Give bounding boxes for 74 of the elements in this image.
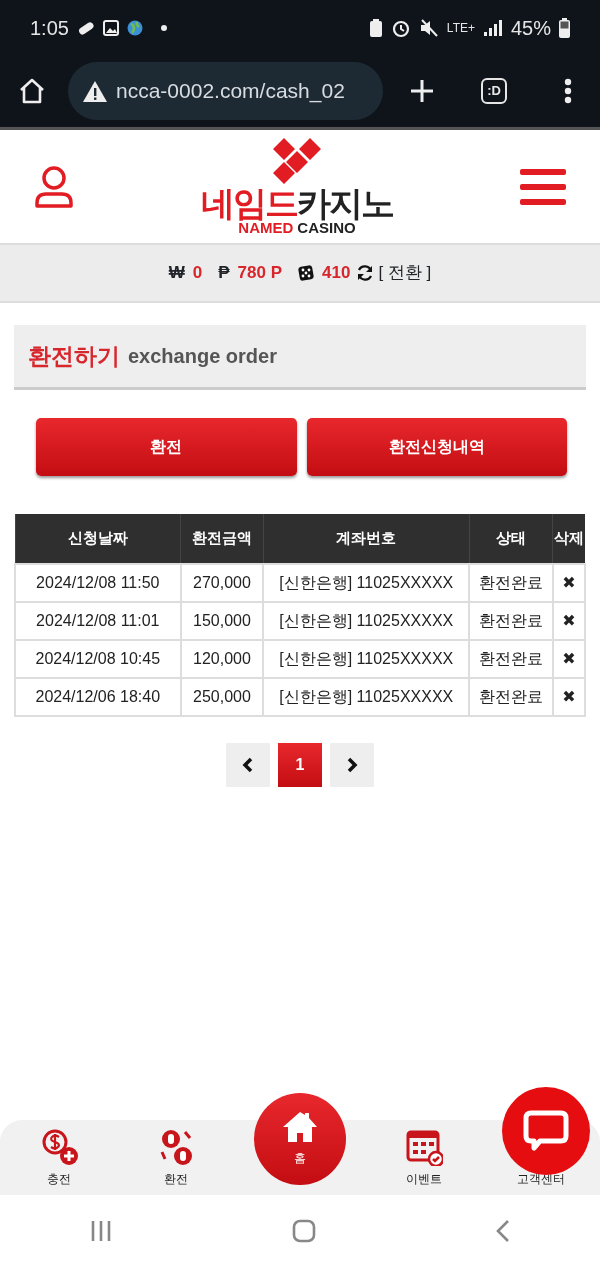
chat-icon: [523, 1110, 569, 1152]
chevron-right-icon: [346, 757, 358, 773]
convert-link[interactable]: [ 전환 ]: [378, 260, 432, 286]
column-header: 환전금액: [180, 514, 264, 564]
table-cell: [신한은행] 11025XXXXX: [263, 564, 470, 602]
menu-icon[interactable]: [520, 166, 566, 207]
recent-apps-icon[interactable]: [90, 1219, 112, 1243]
user-icon[interactable]: [34, 164, 74, 209]
action-button[interactable]: 환전: [36, 418, 297, 476]
nav-item[interactable]: 이벤트: [383, 1127, 464, 1188]
section-subtitle: exchange order: [128, 344, 277, 369]
balance-value: 780 P: [237, 262, 282, 285]
balance-value: 410: [322, 262, 351, 285]
logo-subtitle: NAMED CASINO: [238, 220, 356, 235]
battery-icon: [559, 17, 570, 38]
nav-label: 고객센터: [517, 1170, 566, 1188]
action-button[interactable]: 환전신청내역: [306, 418, 567, 476]
section-title: 환전하기: [28, 341, 120, 371]
currency-symbol: ₱: [218, 262, 230, 285]
house-icon: [282, 1110, 318, 1143]
table-cell: [신한은행] 11025XXXXX: [263, 678, 470, 716]
battery-saver-icon: [368, 17, 383, 38]
table-cell: 2024/12/06 18:40: [15, 678, 181, 716]
table-cell: 환전완료: [469, 602, 553, 640]
logo[interactable]: 네임드카지노 NAMED CASINO: [201, 138, 393, 235]
next-page-button[interactable]: [330, 743, 374, 787]
image-icon: [102, 19, 119, 36]
table-cell: [신한은행] 11025XXXXX: [263, 640, 470, 678]
url-text: ncca-0002.com/cash_02: [116, 78, 345, 105]
table-cell: 환전완료: [469, 678, 553, 716]
globe-icon: [126, 19, 143, 36]
back-icon[interactable]: [496, 1219, 510, 1243]
table-cell: 250,000: [180, 678, 264, 716]
delete-button[interactable]: ✖: [562, 688, 576, 705]
column-header: 계좌번호: [263, 514, 470, 564]
logo-title: 네임드카지노: [201, 186, 393, 220]
dice-icon: [298, 265, 314, 281]
tab-switcher-button[interactable]: :D: [481, 78, 507, 104]
table-cell: 2024/12/08 10:45: [15, 640, 181, 678]
warning-icon: [82, 79, 108, 103]
table-cell: 환전완료: [469, 564, 553, 602]
delete-button[interactable]: ✖: [562, 612, 576, 629]
table-cell: 환전완료: [469, 640, 553, 678]
mute-icon: [418, 17, 439, 38]
delete-button[interactable]: ✖: [562, 650, 576, 667]
status-time: 1:05: [30, 15, 69, 41]
home-nav-icon[interactable]: [292, 1219, 316, 1243]
dot-icon: [160, 24, 167, 31]
column-header: 신청날짜: [15, 514, 181, 564]
address-bar[interactable]: ncca-0002.com/cash_02: [68, 62, 383, 120]
network-label: LTE+: [446, 19, 475, 37]
prev-page-button[interactable]: [226, 743, 270, 787]
home-button[interactable]: 홈: [254, 1092, 346, 1185]
column-header: 삭제: [553, 514, 585, 564]
table-cell: 120,000: [180, 640, 264, 678]
nav-item[interactable]: 충전: [18, 1127, 99, 1188]
column-header: 상태: [469, 514, 553, 564]
table-cell: 150,000: [180, 602, 264, 640]
chevron-left-icon: [242, 757, 254, 773]
balance-value: 0: [192, 262, 203, 285]
page-button[interactable]: 1: [278, 743, 322, 787]
currency-symbol: ₩: [168, 262, 185, 285]
table-cell: [신한은행] 11025XXXXX: [263, 602, 470, 640]
home-icon[interactable]: [18, 77, 46, 105]
nav-item[interactable]: 환전: [136, 1127, 217, 1188]
signal-icon: [482, 18, 503, 37]
table-cell: 270,000: [180, 564, 264, 602]
plus-icon[interactable]: [409, 78, 435, 104]
battery-percent: 45%: [510, 15, 551, 41]
refresh-icon[interactable]: [356, 264, 375, 282]
more-icon[interactable]: [564, 78, 572, 104]
delete-button[interactable]: ✖: [562, 574, 576, 591]
table-cell: 2024/12/08 11:01: [15, 602, 181, 640]
table-cell: 2024/12/08 11:50: [15, 564, 181, 602]
